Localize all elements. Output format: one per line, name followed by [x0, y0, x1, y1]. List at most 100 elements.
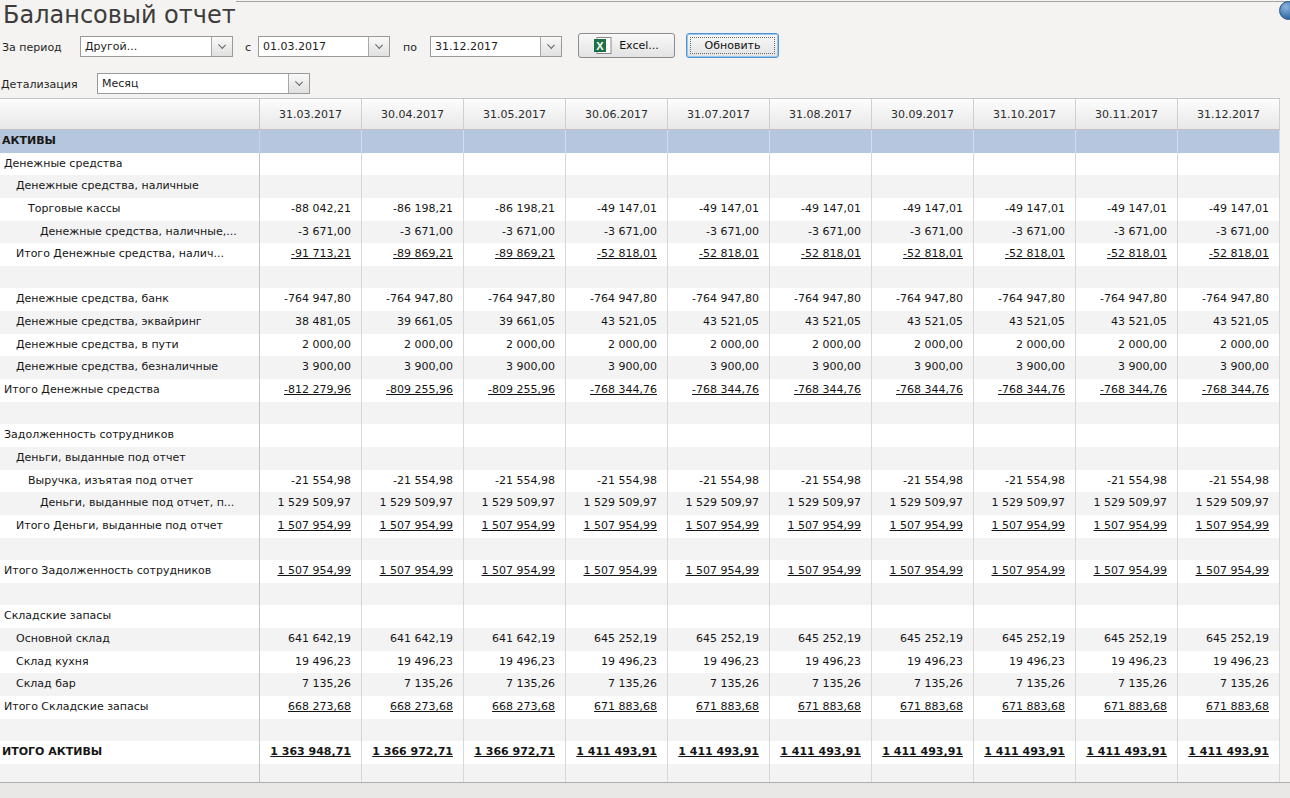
table-row[interactable]	[0, 402, 1280, 425]
cell-value: 671 883,68	[1076, 696, 1178, 719]
cell-value	[872, 175, 974, 198]
cell-value: -49 147,01	[566, 198, 668, 221]
chevron-down-icon[interactable]	[540, 37, 561, 56]
row-label	[0, 402, 260, 425]
column-header[interactable]: 30.11.2017	[1076, 99, 1178, 129]
table-row[interactable]: ИТОГО АКТИВЫ1 363 948,711 366 972,711 36…	[0, 741, 1280, 764]
cell-value: -768 344,76	[566, 379, 668, 402]
cell-value	[872, 605, 974, 628]
cell-value: 1 363 948,71	[260, 741, 362, 764]
cell-value: 2 000,00	[1178, 334, 1280, 357]
row-label: Итого Складские запасы	[0, 696, 260, 719]
column-header-rowlabels[interactable]	[0, 99, 260, 129]
horizontal-scrollbar[interactable]	[0, 782, 1290, 798]
table-row[interactable]: Итого Задолженность сотрудников1 507 954…	[0, 560, 1280, 583]
chevron-down-icon[interactable]	[211, 37, 232, 56]
table-row[interactable]: Денежные средства, в пути2 000,002 000,0…	[0, 334, 1280, 357]
cell-value: 2 000,00	[566, 334, 668, 357]
cell-value	[566, 447, 668, 470]
cell-value: 2 000,00	[770, 334, 872, 357]
column-header[interactable]: 31.08.2017	[770, 99, 872, 129]
help-icon[interactable]	[1279, 1, 1290, 20]
excel-button[interactable]: X Excel...	[578, 33, 675, 58]
cell-value	[566, 266, 668, 289]
cell-value	[974, 153, 1076, 176]
table-row[interactable]: Основной склад641 642,19641 642,19641 64…	[0, 628, 1280, 651]
cell-value: 3 900,00	[1178, 356, 1280, 379]
row-label: Торговые кассы	[0, 198, 260, 221]
column-header[interactable]: 30.04.2017	[362, 99, 464, 129]
table-row[interactable]: Деньги, выданные под отчет	[0, 447, 1280, 470]
chevron-down-icon[interactable]	[288, 74, 309, 93]
cell-value	[974, 605, 1076, 628]
cell-value	[770, 402, 872, 425]
row-label: Склад бар	[0, 673, 260, 696]
cell-value: 7 135,26	[770, 673, 872, 696]
cell-value: 2 000,00	[362, 334, 464, 357]
cell-value: 19 496,23	[1076, 651, 1178, 674]
cell-value: -809 255,96	[464, 379, 566, 402]
cell-value: -49 147,01	[1178, 198, 1280, 221]
date-from-select[interactable]: 01.03.2017	[258, 36, 390, 57]
cell-value: 1 529 509,97	[974, 492, 1076, 515]
table-row[interactable]: Денежные средства, банк-764 947,80-764 9…	[0, 288, 1280, 311]
table-row[interactable]: Торговые кассы-88 042,21-86 198,21-86 19…	[0, 198, 1280, 221]
date-to-select[interactable]: 31.12.2017	[430, 36, 562, 57]
cell-value: -86 198,21	[464, 198, 566, 221]
cell-value: 7 135,26	[566, 673, 668, 696]
table-row[interactable]: Выручка, изъятая под отчет-21 554,98-21 …	[0, 470, 1280, 493]
table-row[interactable]: Итого Складские запасы668 273,68668 273,…	[0, 696, 1280, 719]
cell-value: -21 554,98	[362, 470, 464, 493]
cell-value	[974, 447, 1076, 470]
table-row[interactable]	[0, 266, 1280, 289]
detail-select[interactable]: Месяц	[97, 73, 310, 94]
column-header[interactable]: 30.09.2017	[872, 99, 974, 129]
column-header[interactable]: 31.05.2017	[464, 99, 566, 129]
column-header[interactable]: 31.12.2017	[1178, 99, 1280, 129]
cell-value: 19 496,23	[260, 651, 362, 674]
table-row[interactable]	[0, 719, 1280, 742]
table-row[interactable]	[0, 538, 1280, 561]
cell-value: 43 521,05	[770, 311, 872, 334]
cell-value	[872, 130, 974, 153]
cell-value	[974, 175, 1076, 198]
cell-value: -764 947,80	[770, 288, 872, 311]
cell-value: -89 869,21	[362, 243, 464, 266]
cell-value	[1076, 605, 1178, 628]
table-row[interactable]: Складские запасы	[0, 605, 1280, 628]
refresh-button[interactable]: Обновить	[686, 33, 779, 58]
table-row[interactable]: Склад кухня19 496,2319 496,2319 496,2319…	[0, 651, 1280, 674]
table-row[interactable]: Денежные средства, безналичные3 900,003 …	[0, 356, 1280, 379]
column-header[interactable]: 31.07.2017	[668, 99, 770, 129]
cell-value: 645 252,19	[566, 628, 668, 651]
table-row[interactable]: Итого Деньги, выданные под отчет1 507 95…	[0, 515, 1280, 538]
cell-value	[362, 153, 464, 176]
table-row[interactable]: АКТИВЫ	[0, 130, 1280, 153]
table-row[interactable]: Задолженность сотрудников	[0, 424, 1280, 447]
table-row[interactable]: Денежные средства, эквайринг38 481,0539 …	[0, 311, 1280, 334]
column-header[interactable]: 31.03.2017	[260, 99, 362, 129]
column-header[interactable]: 31.10.2017	[974, 99, 1076, 129]
detail-value: Месяц	[98, 74, 288, 93]
table-row[interactable]: Итого Денежные средства-812 279,96-809 2…	[0, 379, 1280, 402]
row-label: ИТОГО АКТИВЫ	[0, 741, 260, 764]
table-row[interactable]: Итого Денежные средства, налич...-91 713…	[0, 243, 1280, 266]
table-row[interactable]: Склад бар7 135,267 135,267 135,267 135,2…	[0, 673, 1280, 696]
cell-value: 641 642,19	[260, 628, 362, 651]
cell-value: 1 507 954,99	[1178, 560, 1280, 583]
table-row[interactable]: Денежные средства, наличные,...-3 671,00…	[0, 221, 1280, 244]
cell-value	[1178, 538, 1280, 561]
cell-value: -768 344,76	[1178, 379, 1280, 402]
chevron-down-icon[interactable]	[368, 37, 389, 56]
table-row[interactable]: Денежные средства, наличные	[0, 175, 1280, 198]
column-header[interactable]: 30.06.2017	[566, 99, 668, 129]
cell-value	[566, 605, 668, 628]
table-row[interactable]: Деньги, выданные под отчет, п...1 529 50…	[0, 492, 1280, 515]
cell-value: -764 947,80	[974, 288, 1076, 311]
table-row[interactable]	[0, 583, 1280, 606]
cell-value: 1 507 954,99	[770, 515, 872, 538]
cell-value	[464, 538, 566, 561]
table-row[interactable]: Денежные средства	[0, 153, 1280, 176]
period-select[interactable]: Другой...	[80, 36, 233, 57]
cell-value: -21 554,98	[974, 470, 1076, 493]
